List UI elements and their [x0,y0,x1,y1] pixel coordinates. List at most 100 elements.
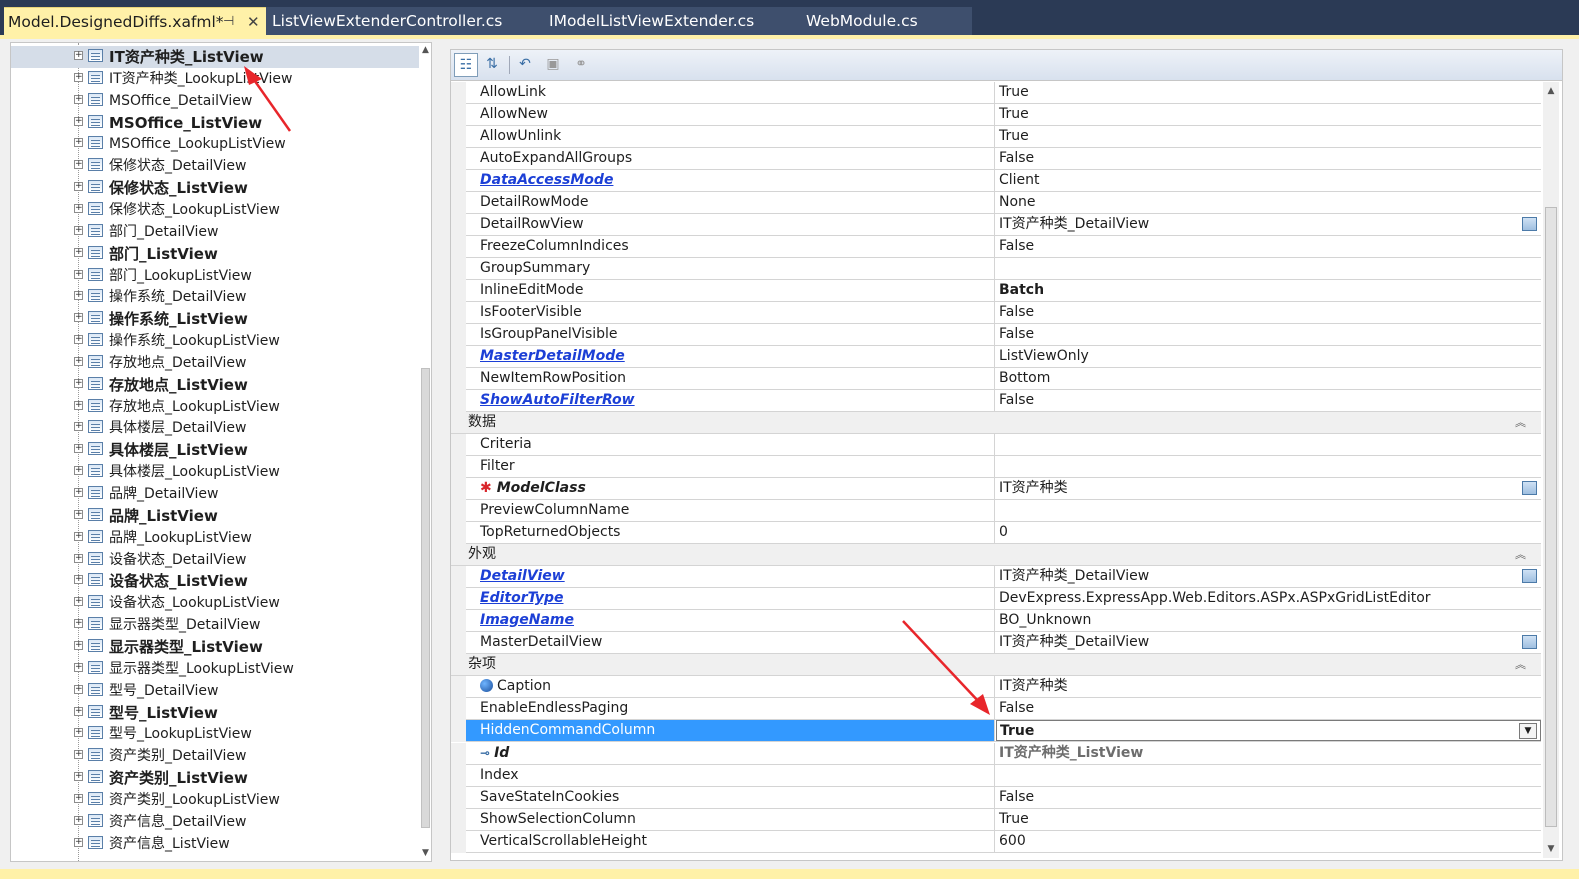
property-name[interactable]: Criteria [466,434,995,455]
collapse-icon[interactable]: ︽ [1515,544,1526,565]
alphabetical-icon[interactable]: ⇅ [480,53,504,77]
property-name[interactable]: SaveStateInCookies [466,787,995,808]
property-name[interactable]: ImageName [466,610,995,631]
expand-icon[interactable]: + [74,815,83,825]
property-name[interactable]: DetailView [466,566,995,587]
expand-icon[interactable]: + [74,247,83,257]
property-name[interactable]: FreezeColumnIndices [466,236,995,257]
expand-icon[interactable]: + [74,269,83,279]
expand-icon[interactable]: + [74,138,83,148]
property-name[interactable]: Filter [466,456,995,477]
tree-item[interactable]: + 资产类别_ListView [11,767,419,789]
expand-icon[interactable]: + [74,51,83,60]
property-value[interactable]: IT资产种类 [996,676,1541,697]
expand-icon[interactable]: + [74,837,83,847]
property-value[interactable]: False [996,302,1541,323]
property-value[interactable]: IT资产种类_DetailView [996,566,1541,587]
property-name[interactable]: VerticalScrollableHeight [466,831,995,852]
property-row[interactable]: ShowSelectionColumn True [451,809,1541,831]
property-name[interactable]: MasterDetailMode [466,346,995,367]
expand-icon[interactable]: + [74,575,83,585]
tab-imodellistviewextender[interactable]: IModelListViewExtender.cs [521,7,776,35]
property-row[interactable]: AllowLink True [451,82,1541,104]
property-name[interactable]: DataAccessMode [466,170,995,191]
property-name[interactable]: MasterDetailView [466,632,995,653]
property-name[interactable]: IsFooterVisible [466,302,995,323]
property-row[interactable]: HiddenCommandColumn True ▼ [451,720,1541,742]
expand-icon[interactable]: + [74,597,83,607]
tree-item[interactable]: + 保修状态_LookupListView [11,199,419,221]
property-row[interactable]: IsFooterVisible False [451,302,1541,324]
property-row[interactable]: Caption IT资产种类 [451,676,1541,698]
tree-item[interactable]: + 存放地点_LookupListView [11,396,419,418]
expand-icon[interactable]: + [74,619,83,629]
tree-item[interactable]: + 操作系统_ListView [11,308,419,330]
expand-icon[interactable]: + [74,356,83,366]
link-icon[interactable]: ⚭ [569,53,593,77]
property-row[interactable]: DetailRowMode None [451,192,1541,214]
property-row[interactable]: InlineEditMode Batch [451,280,1541,302]
property-name[interactable]: AllowUnlink [466,126,995,147]
property-value[interactable]: True [996,809,1541,830]
expand-icon[interactable]: + [74,531,83,541]
tree-item[interactable]: + 显示器类型_ListView [11,636,419,658]
property-value[interactable]: Client [996,170,1541,191]
property-name[interactable]: AutoExpandAllGroups [466,148,995,169]
expand-icon[interactable]: + [74,203,83,213]
expand-icon[interactable]: + [74,444,83,454]
scroll-down-icon[interactable]: ▼ [420,848,431,858]
property-value[interactable]: True [996,104,1541,125]
tree-item[interactable]: + 具体楼层_ListView [11,439,419,461]
tree-item[interactable]: + 品牌_LookupListView [11,527,419,549]
property-row[interactable]: MasterDetailMode ListViewOnly [451,346,1541,368]
tree-item[interactable]: + 保修状态_DetailView [11,155,419,177]
expand-icon[interactable]: + [74,225,83,235]
expand-icon[interactable]: + [74,116,83,126]
property-value[interactable]: Batch [996,280,1541,301]
property-row[interactable]: AllowUnlink True [451,126,1541,148]
property-value[interactable]: IT资产种类_ListView [996,743,1541,764]
chevron-down-icon[interactable]: ▼ [1519,723,1537,739]
property-row[interactable]: EditorType DevExpress.ExpressApp.Web.Edit… [451,588,1541,610]
property-value[interactable]: False [996,787,1541,808]
property-value[interactable] [996,500,1541,521]
expand-icon[interactable]: + [74,728,83,738]
expand-icon[interactable]: + [74,422,83,432]
property-row[interactable]: AutoExpandAllGroups False [451,148,1541,170]
editor-icon[interactable] [1522,481,1537,495]
property-value[interactable]: 0 [996,522,1541,543]
tree-scroll-thumb[interactable] [421,368,430,828]
property-value[interactable]: IT资产种类_DetailView [996,632,1541,653]
collapse-icon[interactable]: ︽ [1515,412,1526,433]
property-value[interactable]: None [996,192,1541,213]
editor-icon[interactable] [1522,217,1537,231]
tree-item[interactable]: + 型号_DetailView [11,680,419,702]
property-value[interactable] [996,456,1541,477]
tree-item[interactable]: + 显示器类型_DetailView [11,614,419,636]
scroll-up-icon[interactable]: ▲ [1543,86,1559,96]
tree-scrollbar[interactable]: ▲ ▼ [420,43,431,861]
tree-item[interactable]: + IT资产种类_ListView [11,46,419,68]
property-value[interactable]: False [996,236,1541,257]
property-name[interactable]: InlineEditMode [466,280,995,301]
property-value-select[interactable]: True ▼ [996,720,1541,741]
property-row[interactable]: AllowNew True [451,104,1541,126]
property-value[interactable]: False [996,148,1541,169]
tree-item[interactable]: + 部门_DetailView [11,221,419,243]
property-value[interactable]: True [996,82,1541,103]
property-category[interactable]: 外观 ︽ [451,544,1541,566]
property-name[interactable]: ShowAutoFilterRow [466,390,995,411]
property-value[interactable]: BO_Unknown [996,610,1541,631]
expand-icon[interactable]: + [74,684,83,694]
property-value[interactable]: False [996,390,1541,411]
property-row[interactable]: VerticalScrollableHeight 600 [451,831,1541,853]
tree-item[interactable]: + 设备状态_ListView [11,570,419,592]
tree-item[interactable]: + IT资产种类_LookupListView [11,68,419,90]
tree-item[interactable]: + MSOffice_LookupListView [11,133,419,155]
property-name[interactable]: ⊸ Id [466,743,995,764]
property-row[interactable]: FreezeColumnIndices False [451,236,1541,258]
property-value[interactable]: IT资产种类 [996,478,1541,499]
expand-icon[interactable]: + [74,662,83,672]
property-name[interactable]: GroupSummary [466,258,995,279]
categorized-icon[interactable]: ☷ [454,53,478,77]
